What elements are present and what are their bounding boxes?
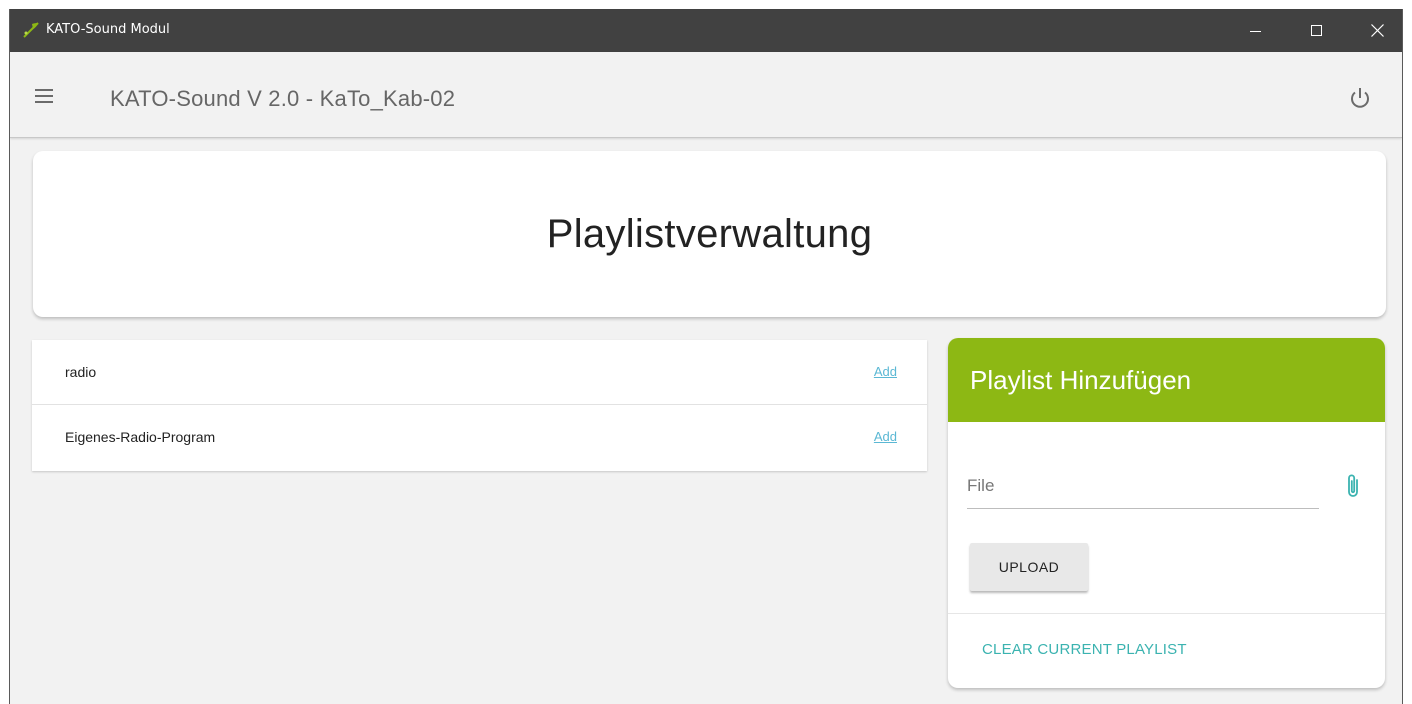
add-playlist-title: Playlist Hinzufügen [970,365,1192,395]
add-playlist-link[interactable]: Add [874,364,897,379]
list-item: radio Add [32,340,927,405]
close-button[interactable] [1354,9,1400,52]
window-titlebar[interactable]: KATO-Sound Modul [10,9,1402,52]
file-field [967,466,1319,509]
app-title: KATO-Sound V 2.0 - KaTo_Kab-02 [110,86,456,111]
add-playlist-link[interactable]: Add [874,429,897,444]
page-title: Playlistverwaltung [546,211,873,256]
playlist-name: radio [65,364,97,380]
paperclip-icon[interactable] [1342,471,1364,501]
menu-button[interactable] [32,86,58,106]
add-playlist-header: Playlist Hinzufügen [948,338,1385,422]
playlist-list: radio Add Eigenes-Radio-Program Add [32,340,927,471]
power-icon [1351,88,1369,108]
close-icon [1370,24,1384,37]
app-header: KATO-Sound V 2.0 - KaTo_Kab-02 [10,52,1402,138]
file-input[interactable] [967,466,1319,506]
list-item: Eigenes-Radio-Program Add [32,405,927,470]
upload-button[interactable]: UPLOAD [970,543,1088,591]
maximize-icon [1311,24,1322,36]
divider [948,613,1385,614]
power-button[interactable] [1347,86,1373,112]
maximize-button[interactable] [1294,9,1340,52]
minimize-icon [1250,30,1261,32]
page-title-card: Playlistverwaltung [33,151,1386,317]
hamburger-menu-icon [35,89,53,103]
app-window: KATO-Sound Modul KATO-Sound V 2.0 - KaTo… [9,9,1403,704]
screen: KATO-Sound Modul KATO-Sound V 2.0 - KaTo… [0,0,1412,704]
clear-playlist-button[interactable]: CLEAR CURRENT PLAYLIST [982,641,1187,658]
window-title: KATO-Sound Modul [46,22,170,37]
minimize-button[interactable] [1233,9,1279,52]
add-playlist-card: Playlist Hinzufügen UPLOAD CLEAR CURRENT… [948,338,1385,688]
kato-leaf-icon [22,21,40,39]
playlist-name: Eigenes-Radio-Program [65,429,216,445]
